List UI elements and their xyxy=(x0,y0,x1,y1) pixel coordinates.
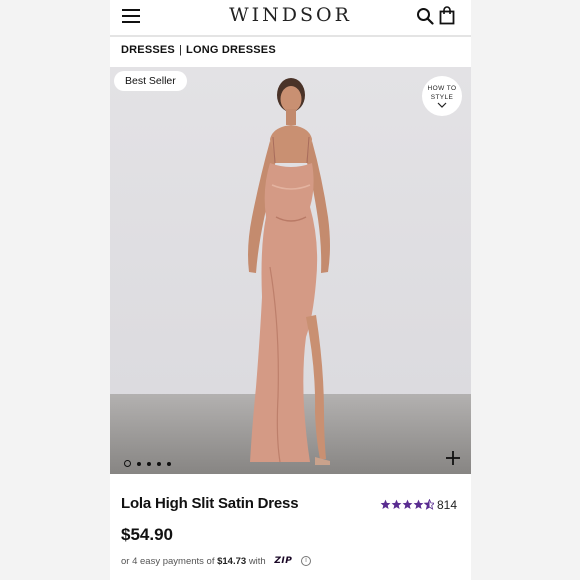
carousel-dot[interactable] xyxy=(147,461,151,466)
carousel-dot[interactable] xyxy=(137,461,141,466)
product-rating[interactable]: 814 xyxy=(380,496,457,512)
installment-amount: $14.73 xyxy=(217,556,247,567)
info-icon[interactable]: i xyxy=(300,556,311,567)
carousel-dot[interactable] xyxy=(167,461,171,466)
best-seller-badge: Best Seller xyxy=(114,71,187,91)
breadcrumb-long-dresses[interactable]: LONG DRESSES xyxy=(186,44,276,56)
zip-logo[interactable]: ZIP xyxy=(274,556,292,566)
breadcrumb-separator: | xyxy=(178,44,183,56)
shopping-bag-icon[interactable] xyxy=(439,6,455,25)
installment-info: or 4 easy payments of $14.73 with ZIP i xyxy=(121,556,311,567)
breadcrumb: DRESSES | LONG DRESSES xyxy=(121,44,276,56)
plus-icon[interactable] xyxy=(445,450,461,466)
product-image-carousel[interactable]: Best Seller HOW TO STYLE xyxy=(110,67,471,474)
how-to-style-label-line1: HOW TO xyxy=(427,85,457,92)
chevron-down-icon xyxy=(437,102,447,108)
product-page: WINDSOR DRESSES | LONG DRESSES Best Sell… xyxy=(110,0,471,580)
product-price: $54.90 xyxy=(121,525,173,544)
installment-prefix: or 4 easy payments of xyxy=(121,556,215,567)
breadcrumb-dresses[interactable]: DRESSES xyxy=(121,44,175,56)
header-divider xyxy=(110,35,471,37)
how-to-style-button[interactable]: HOW TO STYLE xyxy=(422,76,462,116)
product-title: Lola High Slit Satin Dress xyxy=(121,495,299,512)
installment-suffix: with xyxy=(248,556,266,567)
star-rating-icon xyxy=(380,499,434,510)
how-to-style-label-line2: STYLE xyxy=(430,94,454,101)
carousel-indicator xyxy=(124,455,177,468)
search-icon[interactable] xyxy=(416,7,434,25)
product-photo xyxy=(248,78,330,465)
review-count: 814 xyxy=(437,497,458,512)
site-header: WINDSOR xyxy=(110,0,471,33)
carousel-dot[interactable] xyxy=(157,461,161,466)
